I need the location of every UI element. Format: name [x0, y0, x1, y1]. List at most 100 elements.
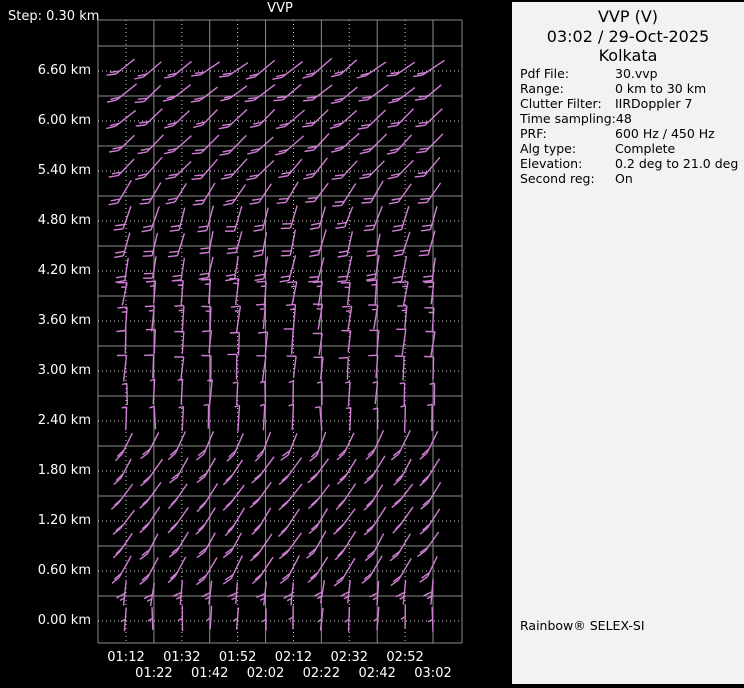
wind-barb	[221, 159, 247, 179]
x-axis-label: 02:42	[353, 667, 401, 681]
product-name: VVP (V)	[512, 7, 744, 27]
wind-barb	[314, 580, 324, 603]
x-axis-label: 01:12	[102, 651, 150, 665]
wind-barb	[389, 184, 411, 204]
wind-barb	[191, 62, 219, 76]
wind-barb	[331, 133, 359, 152]
wind-barb	[421, 206, 437, 231]
wind-barb	[169, 532, 188, 557]
wind-barb	[332, 184, 355, 207]
wind-barb	[399, 282, 409, 306]
x-axis-label: 02:32	[325, 651, 373, 665]
wind-barb	[420, 459, 440, 486]
wind-barb	[331, 87, 358, 103]
wind-barb	[303, 85, 332, 101]
wind-barb	[163, 85, 191, 102]
wind-barb	[192, 135, 219, 154]
wind-barb	[279, 509, 300, 537]
parameter-value: 0.2 deg to 21.0 deg	[615, 156, 738, 171]
wind-barb	[308, 557, 328, 583]
wind-barb	[272, 62, 302, 80]
wind-barb	[387, 135, 412, 154]
parameter-label: Alg type:	[520, 141, 615, 156]
wind-barb	[178, 379, 183, 404]
y-axis-label: 6.60 km	[0, 63, 91, 79]
software-brand-label: Rainbow® SELEX-SI	[520, 618, 645, 633]
wind-barb	[281, 205, 297, 228]
wind-barb	[140, 482, 161, 508]
wind-barb	[361, 181, 383, 203]
x-axis-label: 02:02	[242, 667, 290, 681]
wind-barb	[223, 460, 242, 485]
wind-barb	[392, 256, 406, 283]
wind-barb	[122, 383, 127, 405]
wind-barb	[246, 161, 274, 180]
wind-barb	[219, 110, 247, 129]
wind-barb	[115, 433, 132, 461]
parameter-row: Range:0 km to 30 km	[520, 81, 738, 96]
wind-barb	[302, 110, 328, 127]
wind-barb	[118, 307, 128, 332]
wind-barb	[116, 331, 126, 354]
wind-barb	[250, 109, 275, 127]
y-axis-label: 1.20 km	[0, 513, 91, 529]
wind-barb	[341, 331, 351, 353]
wind-barb	[367, 280, 377, 305]
wind-barb	[336, 484, 356, 510]
wind-barb	[204, 404, 209, 428]
wind-barb	[415, 85, 441, 100]
wind-barb	[278, 159, 301, 177]
wind-barb	[197, 206, 213, 232]
wind-barb	[197, 533, 215, 558]
wind-barb	[227, 354, 237, 379]
wind-barb	[280, 555, 299, 583]
wind-barb	[346, 408, 351, 431]
y-axis-label: 4.80 km	[0, 213, 91, 229]
y-axis-label: 3.00 km	[0, 363, 91, 379]
wind-barb	[393, 232, 410, 256]
wind-barb	[334, 558, 355, 586]
wind-barb	[366, 430, 384, 459]
wind-barb	[258, 332, 267, 356]
wind-barb	[219, 63, 248, 77]
parameter-row: Clutter Filter:IIRDoppler 7	[520, 96, 738, 111]
wind-barb	[220, 86, 247, 101]
wind-barb	[364, 206, 383, 231]
parameter-value: 0 km to 30 km	[615, 81, 706, 96]
wind-barb	[168, 557, 186, 583]
wind-barb	[424, 357, 434, 380]
parameter-row: Elevation:0.2 deg to 21.0 deg	[520, 156, 738, 171]
parameter-row: Second reg:On	[520, 171, 738, 186]
wind-barb	[164, 111, 189, 128]
wind-barb	[368, 355, 378, 378]
wind-barb	[428, 607, 433, 632]
wind-barb	[140, 183, 161, 204]
wind-barb	[148, 607, 153, 630]
wind-barb	[170, 208, 185, 232]
wind-barb	[279, 484, 302, 510]
wind-barb	[107, 84, 137, 102]
site-name: Kolkata	[512, 46, 744, 66]
wind-barb	[345, 382, 350, 407]
x-axis-label: 01:52	[214, 651, 262, 665]
y-axis-label: 4.20 km	[0, 263, 91, 279]
wind-barb	[256, 356, 266, 382]
x-axis-label: 02:12	[269, 651, 317, 665]
wind-barb	[233, 382, 238, 405]
wind-barb	[106, 110, 136, 128]
wind-barb	[289, 381, 294, 404]
y-axis-label: 6.00 km	[0, 113, 91, 129]
x-axis-label: 02:22	[297, 667, 345, 681]
wind-barb	[113, 510, 135, 534]
wind-barb	[401, 605, 406, 629]
wind-barb	[118, 283, 128, 306]
wind-barb	[366, 234, 380, 256]
wind-barb	[228, 582, 238, 604]
wind-barb	[149, 406, 155, 429]
wind-barb	[390, 534, 410, 561]
wind-barb	[359, 161, 384, 179]
wind-barb	[256, 304, 266, 329]
wind-barb	[395, 356, 404, 380]
x-axis-label: 01:42	[186, 667, 234, 681]
wind-barb	[331, 60, 357, 77]
